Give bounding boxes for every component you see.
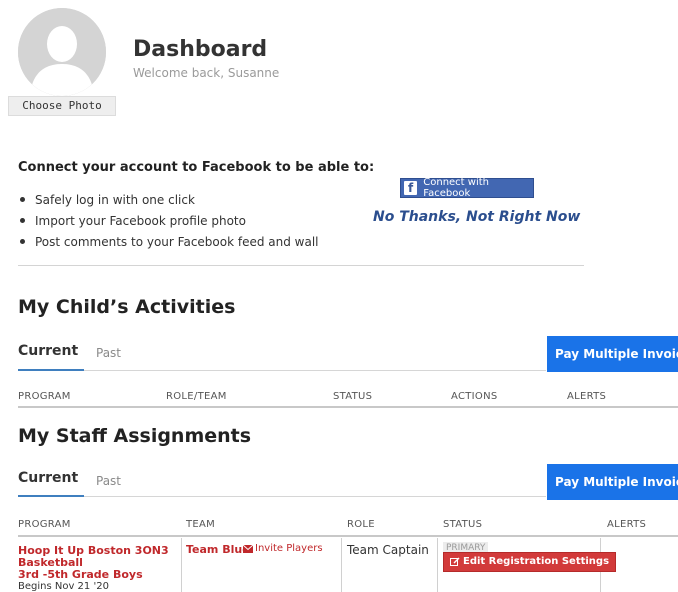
column-header-actions: ACTIONS bbox=[451, 391, 498, 402]
column-header-role-team: ROLE/TEAM bbox=[166, 391, 227, 402]
column-header-role: ROLE bbox=[347, 519, 375, 530]
active-tab-indicator bbox=[18, 369, 84, 371]
column-header-team: TEAM bbox=[186, 519, 216, 530]
welcome-message: Welcome back, Susanne bbox=[133, 66, 280, 80]
avatar bbox=[18, 8, 106, 96]
role-text: Team Captain bbox=[347, 543, 429, 557]
program-link[interactable]: Hoop It Up Boston 3ON3 Basketball 3rd -5… bbox=[18, 545, 169, 581]
edit-icon bbox=[450, 557, 460, 566]
column-header-alerts: ALERTS bbox=[567, 391, 607, 402]
column-header-alerts: ALERTS bbox=[607, 519, 647, 530]
tab-past[interactable]: Past bbox=[96, 474, 121, 488]
no-thanks-link[interactable]: No Thanks, Not Right Now bbox=[373, 209, 580, 225]
table-header-border bbox=[18, 406, 678, 408]
column-divider bbox=[437, 538, 438, 592]
list-item: Safely log in with one click bbox=[18, 190, 319, 211]
team-link[interactable]: Team Blue bbox=[186, 543, 250, 556]
list-item: Import your Facebook profile photo bbox=[18, 211, 319, 232]
invite-players-link[interactable]: Invite Players bbox=[243, 543, 323, 554]
connect-facebook-button[interactable]: f Connect with Facebook bbox=[400, 177, 534, 199]
tab-underline bbox=[18, 496, 546, 497]
person-silhouette-icon bbox=[18, 8, 106, 96]
child-activities-title: My Child’s Activities bbox=[18, 296, 236, 318]
choose-photo-button[interactable]: Choose Photo bbox=[8, 96, 116, 116]
tab-current[interactable]: Current bbox=[18, 343, 78, 359]
active-tab-indicator bbox=[18, 495, 84, 497]
page-title: Dashboard bbox=[133, 37, 268, 62]
pay-multiple-invoices-button[interactable]: Pay Multiple Invoices bbox=[547, 336, 678, 372]
bullet-icon bbox=[20, 218, 25, 223]
column-header-status: STATUS bbox=[333, 391, 373, 402]
tab-past[interactable]: Past bbox=[96, 346, 121, 360]
facebook-icon: f bbox=[404, 181, 418, 195]
tab-underline bbox=[18, 370, 546, 371]
facebook-connect-heading: Connect your account to Facebook to be a… bbox=[18, 160, 375, 175]
connect-facebook-label: Connect with Facebook bbox=[423, 177, 489, 199]
table-header-border bbox=[18, 535, 678, 537]
column-header-program: PROGRAM bbox=[18, 391, 71, 402]
column-divider bbox=[341, 538, 342, 592]
edit-registration-settings-button[interactable]: Edit Registration Settings bbox=[443, 552, 617, 572]
list-item: Post comments to your Facebook feed and … bbox=[18, 232, 319, 253]
tab-current[interactable]: Current bbox=[18, 470, 78, 486]
column-divider bbox=[181, 538, 182, 592]
bullet-icon bbox=[20, 239, 25, 244]
program-begins-date: Begins Nov 21 '20 bbox=[18, 581, 109, 592]
pay-multiple-invoices-button[interactable]: Pay Multiple Invoices bbox=[547, 464, 678, 500]
divider bbox=[18, 265, 584, 266]
bullet-icon bbox=[20, 197, 25, 202]
column-header-status: STATUS bbox=[443, 519, 483, 530]
envelope-icon bbox=[243, 544, 253, 553]
facebook-benefits-list: Safely log in with one click Import your… bbox=[18, 190, 319, 253]
staff-assignments-title: My Staff Assignments bbox=[18, 425, 252, 447]
column-header-program: PROGRAM bbox=[18, 519, 71, 530]
